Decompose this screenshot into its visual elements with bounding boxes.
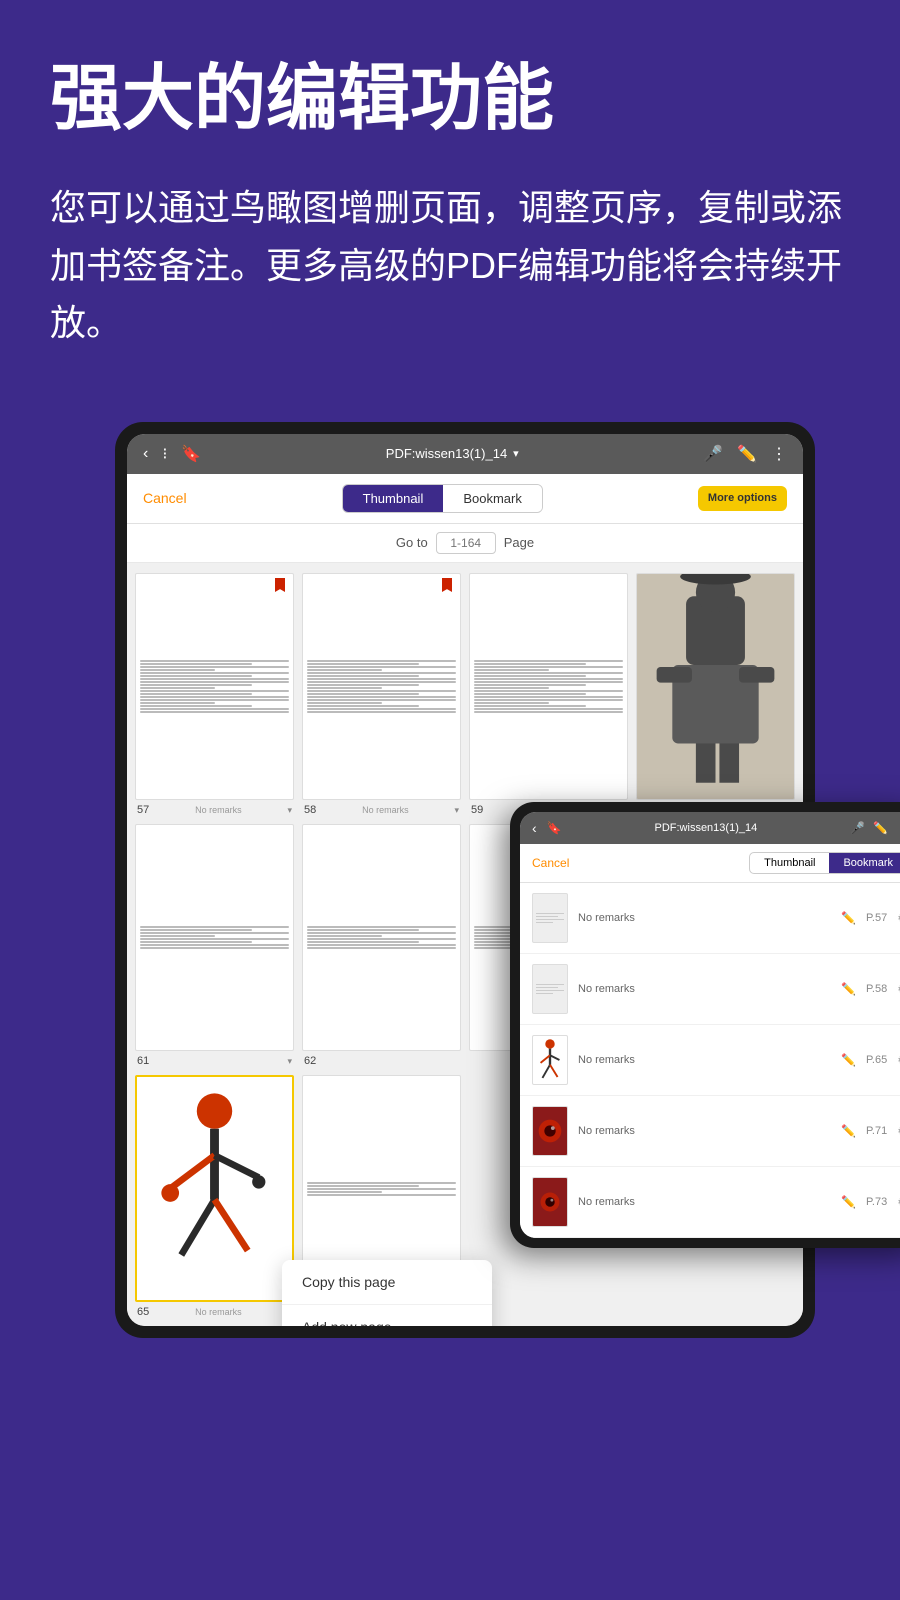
bm-thumb-71 [532,1106,568,1156]
pen-icon[interactable]: ✏️ [737,444,757,464]
phone-topbar: ‹ 🔖 PDF:wissen13(1)_14 🎤 ✏️ ⋮ [520,812,900,844]
bm-page-65: P.65 [866,1054,887,1066]
bookmark-item-58[interactable]: No remarks ✏️ P.58 ⚙ [520,954,900,1025]
bm-art-65 [533,1036,567,1084]
tablet-topbar: ‹ ⁝ 🔖 PDF:wissen13(1)_14 ▾ 🎤 ✏️ ⋮ [127,434,803,474]
context-menu: Copy this page Add new page Modify bookm… [282,1260,492,1326]
phone-pen-icon[interactable]: ✏️ [873,821,888,835]
goto-row: Go to Page [127,524,803,563]
thumbnail-grid-row1: 57 No remarks ▾ [127,563,803,820]
phone-more-icon[interactable]: ⋮ [896,821,900,835]
bm-page-73: P.73 [866,1196,887,1208]
bm-remarks-58: No remarks [578,983,831,995]
phone-screen: ‹ 🔖 PDF:wissen13(1)_14 🎤 ✏️ ⋮ Cancel Thu… [520,812,900,1238]
bookmark-icon[interactable]: 🔖 [181,444,201,464]
phone-tabs: Thumbnail Bookmark [749,852,900,874]
page-num-62: 62 [304,1055,316,1067]
thumbnail-62[interactable]: 62 [302,824,461,1067]
bm-edit-icon-73[interactable]: ✏️ [841,1195,856,1209]
bm-art-73 [533,1178,567,1226]
topbar-right: 🎤 ✏️ ⋮ [703,444,787,464]
art-figure-60 [637,574,794,799]
thumbnail-57[interactable]: 57 No remarks ▾ [135,573,294,816]
art-figure-65 [137,1077,292,1300]
thumbnail-65[interactable]: 65 No remarks ▾ [135,1075,294,1318]
hero-title: 强大的编辑功能 [50,60,850,139]
phone-topbar-left: ‹ 🔖 [532,820,562,836]
page-num-59: 59 [471,804,483,816]
back-icon[interactable]: ‹ [143,445,148,463]
topbar-left: ‹ ⁝ 🔖 [143,444,201,464]
phone-tab-thumbnail[interactable]: Thumbnail [750,853,829,873]
dropdown-icon[interactable]: ▾ [513,447,519,460]
bm-thumb-58 [532,964,568,1014]
bm-edit-icon-57[interactable]: ✏️ [841,911,856,925]
grid-icon[interactable]: ⁝ [162,444,167,464]
tab-group: Thumbnail Bookmark [342,484,543,513]
bookmark-item-71[interactable]: No remarks ✏️ P.71 ⚙ [520,1096,900,1167]
bm-remarks-73: No remarks [578,1196,831,1208]
page-num-58: 58 [304,804,316,816]
thumbnail-58[interactable]: 58 No remarks ▾ [302,573,461,816]
bm-page-71: P.71 [866,1125,887,1137]
pdf-header: Cancel Thumbnail Bookmark More options [127,474,803,524]
bm-art-71 [533,1107,567,1155]
hero-section: 强大的编辑功能 您可以通过鸟瞰图增删页面，调整页序，复制或添加书签备注。更多高级… [0,0,900,382]
bm-edit-icon-71[interactable]: ✏️ [841,1124,856,1138]
cancel-button[interactable]: Cancel [143,490,187,506]
phone-header: Cancel Thumbnail Bookmark [520,844,900,883]
menu-item-copy[interactable]: Copy this page [282,1260,492,1305]
tab-bookmark[interactable]: Bookmark [443,485,542,512]
page-num-65: 65 [137,1306,149,1318]
device-area: ‹ ⁝ 🔖 PDF:wissen13(1)_14 ▾ 🎤 ✏️ ⋮ Cancel [0,422,900,1338]
page-num-57: 57 [137,804,149,816]
bm-thumb-57 [532,893,568,943]
bm-thumb-65 [532,1035,568,1085]
phone-mockup: ‹ 🔖 PDF:wissen13(1)_14 🎤 ✏️ ⋮ Cancel Thu… [510,802,900,1248]
phone-tab-bookmark[interactable]: Bookmark [829,853,900,873]
thumbnail-61[interactable]: 61 ▾ [135,824,294,1067]
bookmark-item-57[interactable]: No remarks ✏️ P.57 ⚙ [520,883,900,954]
thumbnail-59[interactable]: 59 ▾ [469,573,628,816]
phone-cancel-button[interactable]: Cancel [532,856,569,870]
bm-edit-icon-65[interactable]: ✏️ [841,1053,856,1067]
page-label: Page [504,535,534,550]
bookmark-item-73[interactable]: No remarks ✏️ P.73 ⚙ [520,1167,900,1238]
goto-label: Go to [396,535,428,550]
bm-page-57: P.57 [866,912,887,924]
phone-bookmark-icon[interactable]: 🔖 [547,821,562,835]
menu-item-add[interactable]: Add new page [282,1305,492,1326]
bm-thumb-73 [532,1177,568,1227]
filename-label: PDF:wissen13(1)_14 [386,446,507,461]
topbar-center: PDF:wissen13(1)_14 ▾ [386,446,519,461]
more-icon[interactable]: ⋮ [771,444,787,464]
bm-remarks-57: No remarks [578,912,831,924]
bm-edit-icon-58[interactable]: ✏️ [841,982,856,996]
page-num-61: 61 [137,1055,149,1067]
thumbnail-60[interactable]: 60 ▾ [636,573,795,816]
more-options-button[interactable]: More options [698,486,787,511]
hero-description: 您可以通过鸟瞰图增删页面，调整页序，复制或添加书签备注。更多高级的PDF编辑功能… [50,179,850,352]
bm-remarks-71: No remarks [578,1125,831,1137]
goto-input[interactable] [436,532,496,554]
phone-back-icon[interactable]: ‹ [532,820,537,836]
phone-filename: PDF:wissen13(1)_14 [655,822,758,834]
bm-remarks-65: No remarks [578,1054,831,1066]
phone-mic-icon[interactable]: 🎤 [850,821,865,835]
phone-topbar-right: 🎤 ✏️ ⋮ [850,821,900,835]
mic-icon[interactable]: 🎤 [703,444,723,464]
bm-page-58: P.58 [866,983,887,995]
tab-thumbnail[interactable]: Thumbnail [343,485,444,512]
bookmark-item-65[interactable]: No remarks ✏️ P.65 ⚙ [520,1025,900,1096]
bookmark-list: No remarks ✏️ P.57 ⚙ No [520,883,900,1238]
